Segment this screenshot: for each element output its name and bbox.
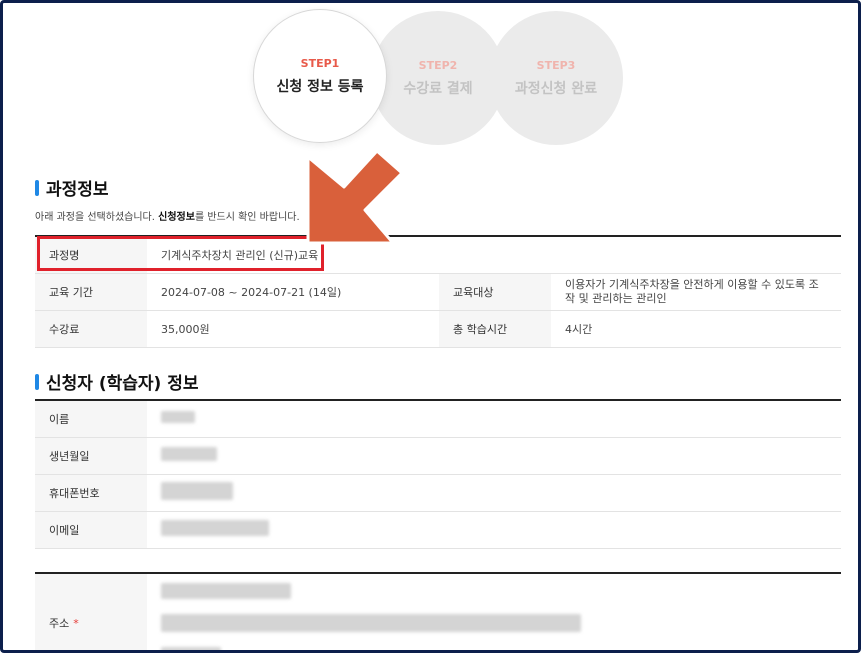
annotation-arrow-icon: [306, 149, 404, 245]
page-frame: STEP1 신청 정보 등록 STEP2 수강료 결제 STEP3 과정신청 완…: [0, 0, 861, 653]
